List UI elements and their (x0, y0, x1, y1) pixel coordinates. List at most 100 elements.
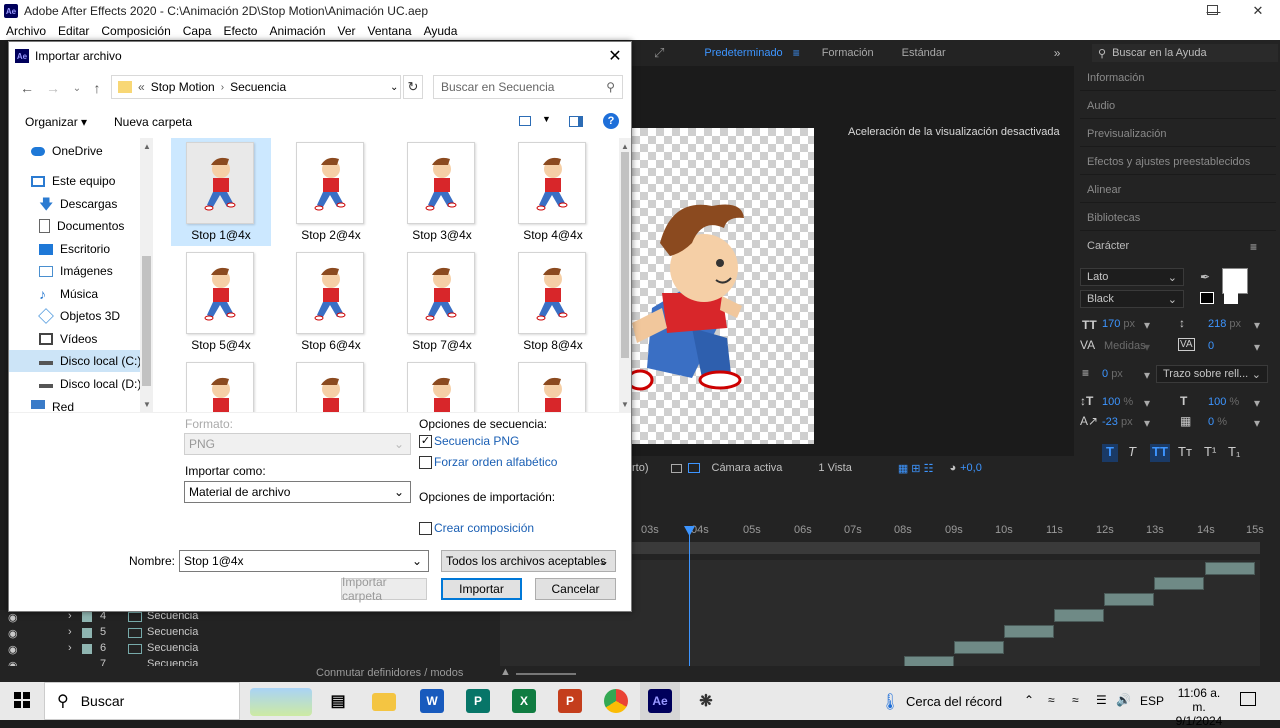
panel-audio[interactable]: Audio (1087, 100, 1115, 112)
region-icon[interactable] (687, 463, 700, 473)
composition-canvas[interactable] (632, 128, 814, 444)
nav-descargas[interactable]: 🡇 Descargas (9, 193, 153, 215)
chevron-down-icon[interactable]: ▾ (1254, 318, 1260, 332)
file-item[interactable] (392, 358, 492, 412)
faux-bold-button[interactable]: T (1102, 444, 1118, 462)
file-item[interactable]: Stop 2@4x (281, 138, 381, 246)
horizontal-scale-value[interactable]: 100 % (1208, 396, 1239, 408)
tracking-value[interactable]: 0 (1208, 340, 1214, 352)
back-arrow-icon[interactable]: ← (17, 78, 37, 98)
menu-ventana[interactable]: Ventana (362, 24, 418, 38)
chevron-right-icon[interactable]: › (68, 642, 72, 654)
resolution-dropdown[interactable]: rto) (632, 462, 649, 474)
panel-alinear[interactable]: Alinear (1087, 184, 1121, 196)
file-item[interactable]: Stop 6@4x (281, 248, 381, 356)
layer-row[interactable]: ◉ › 6 Secuencia (0, 642, 490, 657)
chevron-down-icon[interactable]: ⌄ (390, 82, 398, 93)
leading-value[interactable]: 218 px (1208, 318, 1241, 330)
breadcrumb-secuencia[interactable]: Secuencia (230, 80, 286, 94)
zoom-slider[interactable] (516, 673, 576, 675)
panel-menu-icon[interactable]: ≡ (1250, 240, 1257, 254)
word-icon[interactable]: W (420, 689, 444, 713)
excel-icon[interactable]: X (512, 689, 536, 713)
project-icon[interactable]: P (466, 689, 490, 713)
playhead[interactable] (689, 530, 690, 666)
nav-disco-c[interactable]: Disco local (C:) (9, 350, 153, 372)
chevron-right-icon[interactable]: › (68, 626, 72, 638)
menu-ver[interactable]: Ver (332, 24, 362, 38)
layer-name[interactable]: Secuencia (147, 642, 198, 654)
eye-icon[interactable]: ◉ (8, 643, 18, 656)
file-type-dropdown[interactable]: Todos los archivos aceptables ⌄ (441, 550, 616, 572)
restore-icon[interactable] (1207, 5, 1218, 15)
snapshot-icon[interactable] (670, 463, 682, 473)
layer-row[interactable]: ◉ › 4 Secuencia (0, 610, 490, 625)
all-caps-button[interactable]: TT (1150, 444, 1170, 462)
new-folder-button[interactable]: Nueva carpeta (114, 115, 192, 129)
language-indicator[interactable]: ESP (1140, 694, 1164, 708)
wifi-icon[interactable]: ☰ (1096, 693, 1107, 707)
task-view-icon[interactable]: ▤ (326, 689, 350, 713)
close-window-button[interactable]: ✕ (1236, 0, 1280, 22)
chevron-down-icon[interactable]: ▾ (1144, 318, 1150, 332)
file-item[interactable]: Stop 4@4x (503, 138, 603, 246)
layer-clip[interactable] (1104, 593, 1154, 606)
nav-disco-d[interactable]: Disco local (D:) (9, 373, 153, 395)
layer-name[interactable]: Secuencia (147, 658, 198, 666)
workspace-formacion[interactable]: Formación (822, 47, 874, 59)
panel-previsualizacion[interactable]: Previsualización (1087, 128, 1166, 140)
file-item[interactable]: Stop 8@4x (503, 248, 603, 356)
superscript-button[interactable]: T¹ (1204, 444, 1216, 459)
layer-clip[interactable] (1154, 577, 1204, 590)
force-alpha-checkbox[interactable] (419, 456, 432, 469)
chevron-down-icon[interactable]: ▾ (1254, 416, 1260, 430)
powerpoint-icon[interactable]: P (558, 689, 582, 713)
menu-composicion[interactable]: Composición (95, 24, 176, 38)
forward-arrow-icon[interactable]: → (43, 78, 63, 98)
layer-name[interactable]: Secuencia (147, 626, 198, 638)
camera-dropdown[interactable]: Cámara activa (712, 462, 783, 474)
notifications-icon[interactable] (1240, 692, 1256, 706)
nav-musica[interactable]: ♪ Música (9, 283, 153, 305)
time-ruler[interactable]: 03s 04s 05s 06s 07s 08s 09s 10s 11s 12s … (632, 518, 1280, 542)
file-item[interactable]: Stop 3@4x (392, 138, 492, 246)
eye-icon[interactable]: ◉ (8, 659, 18, 666)
workspace-menu-icon[interactable]: ≡ (793, 46, 800, 60)
search-highlight-image[interactable] (250, 688, 312, 716)
vertical-scale-value[interactable]: 100 % (1102, 396, 1133, 408)
up-arrow-icon[interactable]: ↑ (87, 78, 107, 98)
views-dropdown[interactable]: 1 Vista (818, 462, 851, 474)
more-workspaces-icon[interactable]: » (1054, 46, 1061, 60)
chevron-down-icon[interactable]: ▾ (1144, 416, 1150, 430)
font-style-dropdown[interactable]: Black ⌄ (1080, 290, 1184, 308)
network-tray-icon[interactable]: ≈ (1048, 693, 1055, 707)
tray-chevron-icon[interactable]: ⌃ (1024, 693, 1034, 707)
file-item[interactable] (503, 358, 603, 412)
nav-scrollbar[interactable]: ▲ ▼ (140, 138, 153, 412)
wifi-icon[interactable]: ≈ (1072, 693, 1079, 707)
font-size-value[interactable]: 170 px (1102, 318, 1135, 330)
view-options-icon[interactable]: ▦ ⊞ ☷ (898, 462, 934, 475)
file-item[interactable]: Stop 7@4x (392, 248, 492, 356)
zoom-out-icon[interactable]: ▲ (500, 666, 511, 678)
workspace-default[interactable]: Predeterminado (704, 47, 782, 59)
eye-icon[interactable]: ◉ (8, 627, 18, 640)
file-explorer-icon[interactable] (372, 693, 396, 711)
chevron-down-icon[interactable]: ▾ (1144, 340, 1150, 354)
address-bar[interactable]: « Stop Motion › Secuencia ⌄ (111, 75, 401, 99)
nav-imagenes[interactable]: Imágenes (9, 260, 153, 282)
work-area-bar[interactable] (632, 542, 1260, 554)
nav-objetos-3d[interactable]: Objetos 3D (9, 305, 153, 327)
exposure-value[interactable]: +0,0 (960, 462, 982, 474)
search-input[interactable]: Buscar en Secuencia ⚲ (433, 75, 623, 99)
tsume-value[interactable]: 0 % (1208, 416, 1227, 428)
menu-capa[interactable]: Capa (177, 24, 218, 38)
label-color[interactable] (82, 612, 92, 622)
help-search-input[interactable]: ⚲ Buscar en la Ayuda (1092, 44, 1278, 62)
menu-editar[interactable]: Editar (52, 24, 95, 38)
windows-start-icon[interactable] (14, 692, 30, 708)
layer-clip[interactable] (1205, 562, 1255, 575)
file-item[interactable] (281, 358, 381, 412)
chrome-icon[interactable] (604, 689, 628, 713)
file-scrollbar[interactable]: ▲ ▼ (619, 138, 631, 412)
